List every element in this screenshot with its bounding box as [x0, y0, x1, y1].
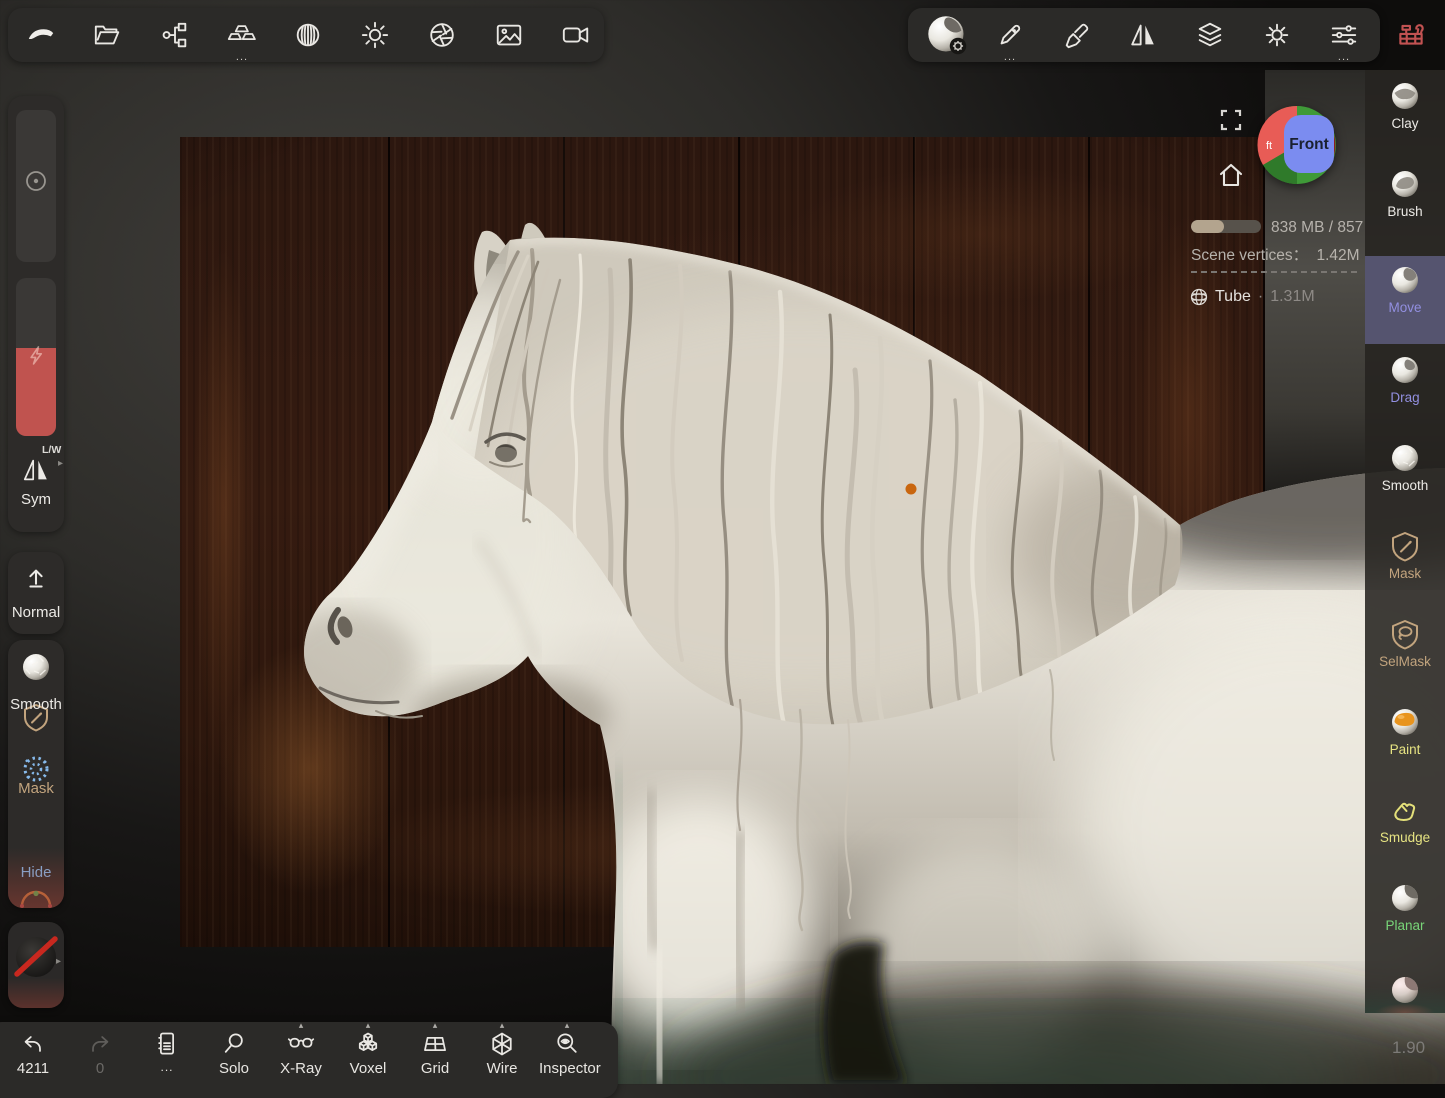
tool-smudge[interactable]: Smudge — [1365, 786, 1445, 874]
tool-planar[interactable]: Planar — [1365, 874, 1445, 962]
gizmo-front-label: Front — [1289, 136, 1329, 153]
intensity-bolt-icon — [23, 342, 49, 368]
panel-bottom-tint — [1365, 987, 1445, 1013]
voxel-button[interactable]: ▴ Voxel — [340, 1030, 396, 1077]
toolbox-icon[interactable] — [1388, 12, 1434, 58]
solo-button[interactable]: Solo — [206, 1030, 262, 1077]
redo-count: 0 — [72, 1060, 128, 1077]
normal-label: Normal — [8, 604, 64, 621]
stroke-settings-panel: L/W ▸ Sym — [8, 96, 64, 532]
radius-slider[interactable] — [16, 110, 56, 262]
inspector-caret[interactable]: ▴ — [539, 1020, 595, 1031]
tool-paint[interactable]: Paint — [1365, 698, 1445, 786]
mesh-sphere-icon — [1190, 288, 1208, 306]
history-more: ... — [139, 1060, 195, 1074]
alpha-expand-arrow[interactable]: ▸ — [56, 956, 61, 967]
normal-arrow-icon — [21, 564, 51, 594]
camera-icon[interactable] — [553, 12, 599, 58]
tool-selmask[interactable]: SelMask — [1365, 610, 1445, 698]
symmetry-icon[interactable] — [1120, 12, 1166, 58]
interface-more-dots: ... — [1321, 52, 1367, 62]
object-bullet: · — [1258, 288, 1263, 306]
app-version: 1.90 — [1392, 1038, 1425, 1058]
inspector-button[interactable]: ▴ Inspector — [539, 1030, 595, 1077]
postprocess-icon[interactable] — [419, 12, 465, 58]
undo-button[interactable]: 4211 — [5, 1030, 61, 1077]
tool-palette: Clay Brush Move Drag Smooth Mask SelMask… — [1365, 70, 1445, 1013]
sym-modifier-label: L/W — [42, 444, 61, 456]
topbar-tools: ... ... — [908, 8, 1380, 62]
smooth-quick-label: Smooth — [8, 696, 64, 713]
tool-move[interactable]: Move — [1365, 256, 1445, 344]
voxel-caret[interactable]: ▴ — [340, 1020, 396, 1031]
app-logo[interactable] — [18, 12, 64, 58]
tool-smooth[interactable]: Smooth — [1365, 434, 1445, 522]
panel-fade — [8, 978, 64, 1008]
object-name: Tube — [1215, 288, 1251, 306]
grid-caret[interactable]: ▴ — [407, 1020, 463, 1031]
tool-brush[interactable]: Brush — [1365, 160, 1445, 248]
brush-cursor-dot — [906, 484, 917, 495]
sym-label: Sym — [8, 491, 64, 508]
bottom-toolbar: 4211 0 ... Solo ▴ X-Ray ▴ Voxel ▴ Grid ▴… — [0, 1022, 618, 1098]
mask-quick-label: Mask — [8, 780, 64, 797]
scene-vertices-text: Scene vertices： 1.42M — [1191, 243, 1360, 265]
object-vertex-count: 1.31M — [1270, 288, 1314, 306]
stroke-more-dots: ... — [987, 52, 1033, 62]
scene-vertices-label: Scene vertices： — [1191, 247, 1308, 264]
selected-object-row[interactable]: Tube · 1.31M — [1190, 288, 1315, 306]
alpha-selector-panel[interactable]: ▸ — [8, 922, 64, 1008]
memory-usage-bar — [1191, 220, 1261, 233]
topbar-files: ... — [8, 8, 604, 62]
lighting-icon[interactable] — [352, 12, 398, 58]
sym-expand-arrow[interactable]: ▸ — [58, 458, 63, 469]
history-button[interactable]: ... — [139, 1030, 195, 1074]
radius-icon — [23, 168, 49, 194]
symmetry-toggle-icon[interactable] — [21, 456, 51, 484]
background-image-icon[interactable] — [486, 12, 532, 58]
files-icon[interactable] — [85, 12, 131, 58]
memory-usage-text: 838 MB / 857 MB — [1271, 219, 1365, 237]
falloff-normal-panel[interactable]: Normal — [8, 552, 64, 634]
orientation-gizmo[interactable]: Front ft — [1257, 105, 1337, 185]
scene-graph-icon[interactable] — [152, 12, 198, 58]
material-matcap-icon[interactable] — [285, 12, 331, 58]
grid-button[interactable]: ▴ Grid — [407, 1030, 463, 1077]
hide-quick-label: Hide — [8, 864, 64, 881]
xray-caret[interactable]: ▴ — [273, 1020, 329, 1031]
tool-drag[interactable]: Drag — [1365, 346, 1445, 434]
layers-icon[interactable] — [1187, 12, 1233, 58]
smooth-quick-icon[interactable] — [19, 650, 53, 684]
undo-count: 4211 — [5, 1060, 61, 1077]
wire-button[interactable]: ▴ Wire — [474, 1030, 530, 1077]
tool-clay[interactable]: Clay — [1365, 72, 1445, 160]
home-icon[interactable] — [1217, 161, 1245, 189]
bake-more-dots: ... — [219, 52, 265, 62]
quick-tools-panel: Smooth Mask Hide — [8, 640, 64, 908]
overlay-separator — [1191, 271, 1357, 273]
alpha-none-icon — [12, 932, 60, 980]
paint-brush-icon[interactable] — [1054, 12, 1100, 58]
scene-vertices-value: 1.42M — [1316, 247, 1359, 264]
gizmo-left-label: ft — [1266, 140, 1272, 152]
tool-mask[interactable]: Mask — [1365, 522, 1445, 610]
intensity-slider[interactable] — [16, 278, 56, 436]
fullscreen-icon[interactable] — [1219, 108, 1243, 132]
wire-caret[interactable]: ▴ — [474, 1020, 530, 1031]
material-sphere-button[interactable] — [922, 10, 972, 60]
redo-button[interactable]: 0 — [72, 1030, 128, 1077]
gizmo-tool-partial-icon[interactable] — [16, 890, 56, 908]
settings-gear-icon[interactable] — [1254, 12, 1300, 58]
xray-button[interactable]: ▴ X-Ray — [273, 1030, 329, 1077]
